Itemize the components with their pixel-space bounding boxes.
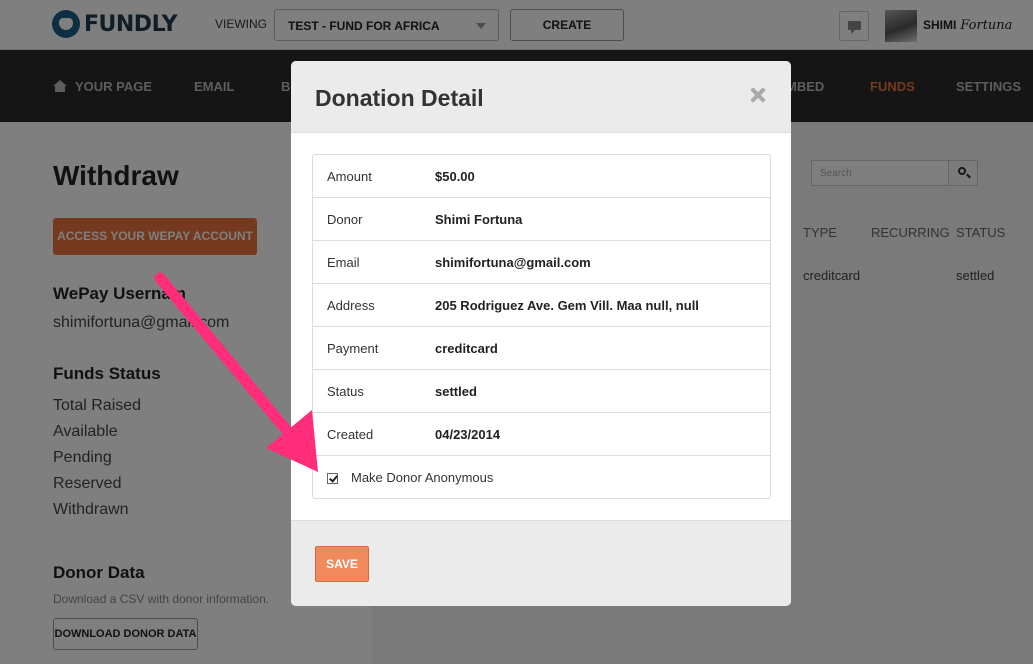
detail-label: Address	[327, 298, 375, 313]
detail-row-amount: Amount $50.00	[313, 155, 770, 198]
donation-detail-modal: Donation Detail Amount $50.00 Donor Shim…	[291, 61, 791, 606]
detail-value: creditcard	[435, 341, 498, 356]
detail-row-payment: Payment creditcard	[313, 327, 770, 370]
detail-row-email: Email shimifortuna@gmail.com	[313, 241, 770, 284]
detail-value: shimifortuna@gmail.com	[435, 255, 591, 270]
detail-row-status: Status settled	[313, 370, 770, 413]
detail-row-donor: Donor Shimi Fortuna	[313, 198, 770, 241]
detail-value: 205 Rodriguez Ave. Gem Vill. Maa null, n…	[435, 298, 699, 313]
detail-row-address: Address 205 Rodriguez Ave. Gem Vill. Maa…	[313, 284, 770, 327]
close-icon[interactable]	[748, 85, 768, 105]
detail-row-created: Created 04/23/2014	[313, 413, 770, 456]
detail-label: Donor	[327, 212, 363, 227]
detail-label: Amount	[327, 169, 372, 184]
detail-value: $50.00	[435, 169, 475, 184]
detail-value: settled	[435, 384, 477, 399]
donation-detail-table: Amount $50.00 Donor Shimi Fortuna Email …	[312, 154, 771, 499]
modal-header: Donation Detail	[291, 61, 791, 133]
save-button[interactable]: SAVE	[315, 546, 369, 582]
detail-value: 04/23/2014	[435, 427, 501, 442]
make-anonymous-label[interactable]: Make Donor Anonymous	[351, 470, 493, 485]
detail-label: Created	[327, 427, 374, 442]
detail-value: Shimi Fortuna	[435, 212, 523, 227]
detail-label: Status	[327, 384, 364, 399]
modal-title: Donation Detail	[315, 85, 484, 111]
detail-label: Payment	[327, 341, 379, 356]
modal-footer: SAVE	[291, 520, 791, 606]
make-anonymous-checkbox[interactable]	[327, 473, 338, 484]
detail-label: Email	[327, 255, 360, 270]
anonymous-option[interactable]: Make Donor Anonymous	[313, 456, 770, 499]
